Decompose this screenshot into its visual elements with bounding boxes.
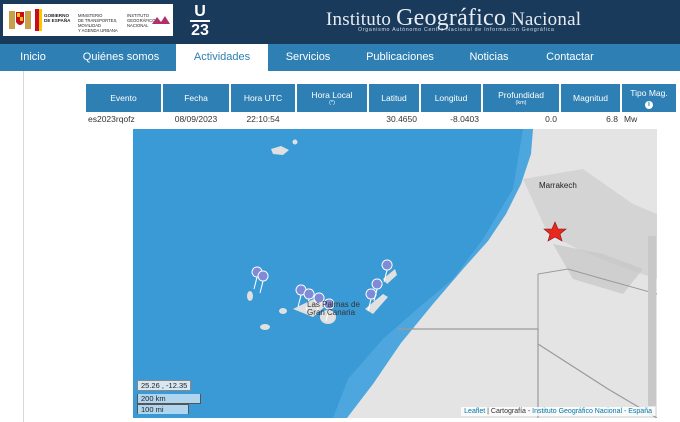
col-latitud[interactable]: Latitud — [369, 84, 419, 112]
col-longitud[interactable]: Longitud — [421, 84, 481, 112]
cell-evento[interactable]: es2023rqofz — [86, 112, 161, 125]
cell-hora-local — [297, 112, 367, 125]
content-border — [23, 71, 24, 422]
leaflet-link[interactable]: Leaflet — [464, 408, 485, 415]
porto-santo-island — [292, 139, 298, 145]
earthquake-table: Evento Fecha Hora UTC Hora Local (*) Lat… — [84, 84, 678, 125]
u23-top: U — [194, 3, 206, 20]
place-lp-line-2: Gran Canaria — [307, 308, 356, 317]
col-fecha[interactable]: Fecha — [163, 84, 229, 112]
spain-coat-of-arms-icon — [9, 11, 31, 29]
place-label-las-palmas: Las Palmas de Gran Canaria — [307, 301, 360, 317]
flag-yellow-stripe — [39, 9, 42, 31]
nav-item-contactar[interactable]: Contactar — [526, 44, 614, 71]
col-hora-local-unit: (*) — [329, 100, 335, 106]
map-canvas[interactable] — [133, 129, 657, 418]
institute-subtitle: Organismo Autónomo Centro Nacional de In… — [358, 27, 555, 33]
ministry-label: MINISTERIO DE TRANSPORTES, MOVILIDAD Y A… — [78, 13, 118, 33]
col-magnitud[interactable]: Magnitud — [561, 84, 620, 112]
main-nav: Inicio Quiénes somos Actividades Servici… — [0, 44, 680, 71]
col-profundidad[interactable]: Profundidad (km) — [483, 84, 559, 112]
nav-item-inicio[interactable]: Inicio — [0, 44, 66, 71]
government-label: GOBIERNO DE ESPAÑA — [44, 13, 71, 24]
u23-logo[interactable]: U 23 — [186, 3, 214, 39]
map-scrollbar[interactable] — [648, 236, 656, 406]
place-label-marrakech: Marrakech — [539, 181, 577, 190]
info-icon[interactable]: i — [645, 100, 653, 109]
col-hora-local-label: Hora Local — [311, 90, 353, 100]
earthquake-map[interactable]: Marrakech Las Palmas de Gran Canaria — [133, 129, 657, 418]
cell-profundidad: 0.0 — [545, 113, 557, 124]
nav-item-servicios[interactable]: Servicios — [268, 44, 348, 71]
col-evento[interactable]: Evento — [86, 84, 161, 112]
map-attribution: Leaflet | Cartografía - Instituto Geográ… — [461, 407, 655, 416]
site-header: GOBIERNO DE ESPAÑA MINISTERIO DE TRANSPO… — [0, 0, 680, 44]
attrib-separator: | Cartografía - — [485, 408, 533, 415]
mouse-coordinates: 25.26 , -12.35 — [137, 380, 192, 391]
ign-small-label: INSTITUTO GEOGRÁFICO NACIONAL — [127, 13, 156, 28]
ign-link[interactable]: Instituto Geográfico Nacional - España — [532, 408, 652, 415]
cell-fecha: 08/09/2023 — [174, 113, 218, 124]
la-gomera-island — [279, 308, 287, 314]
ign-mark-icon — [152, 16, 170, 24]
nav-item-quienes-somos[interactable]: Quiénes somos — [66, 44, 176, 71]
col-tipo-mag[interactable]: Tipo Mag. i — [622, 84, 676, 112]
nav-item-publicaciones[interactable]: Publicaciones — [348, 44, 452, 71]
scale-mi: 100 mi — [137, 404, 189, 414]
col-tipo-mag-label: Tipo Mag. — [630, 87, 668, 98]
table-header-row: Evento Fecha Hora UTC Hora Local (*) Lat… — [86, 84, 676, 112]
nav-item-actividades[interactable]: Actividades — [176, 44, 268, 71]
col-hora-local[interactable]: Hora Local (*) — [297, 84, 367, 112]
cell-tipo-mag: Mw — [624, 113, 638, 124]
scale-km: 200 km — [137, 394, 201, 404]
col-profundidad-unit: (km) — [515, 100, 527, 106]
cell-hora-utc: 22:10:54 — [246, 113, 280, 124]
u23-bottom: 23 — [191, 22, 209, 39]
col-hora-utc[interactable]: Hora UTC — [231, 84, 295, 112]
table-row[interactable]: es2023rqofz 08/09/2023 22:10:54 30.4650 … — [86, 112, 676, 125]
government-logo-block[interactable]: GOBIERNO DE ESPAÑA MINISTERIO DE TRANSPO… — [3, 4, 173, 36]
cell-latitud: 30.4650 — [386, 113, 417, 124]
nav-item-noticias[interactable]: Noticias — [452, 44, 526, 71]
cell-magnitud: 6.8 — [606, 113, 618, 124]
la-palma-island — [247, 291, 253, 301]
col-profundidad-label: Profundidad — [498, 90, 544, 100]
el-hierro-island — [260, 324, 270, 330]
cell-longitud: -8.0403 — [450, 113, 479, 124]
